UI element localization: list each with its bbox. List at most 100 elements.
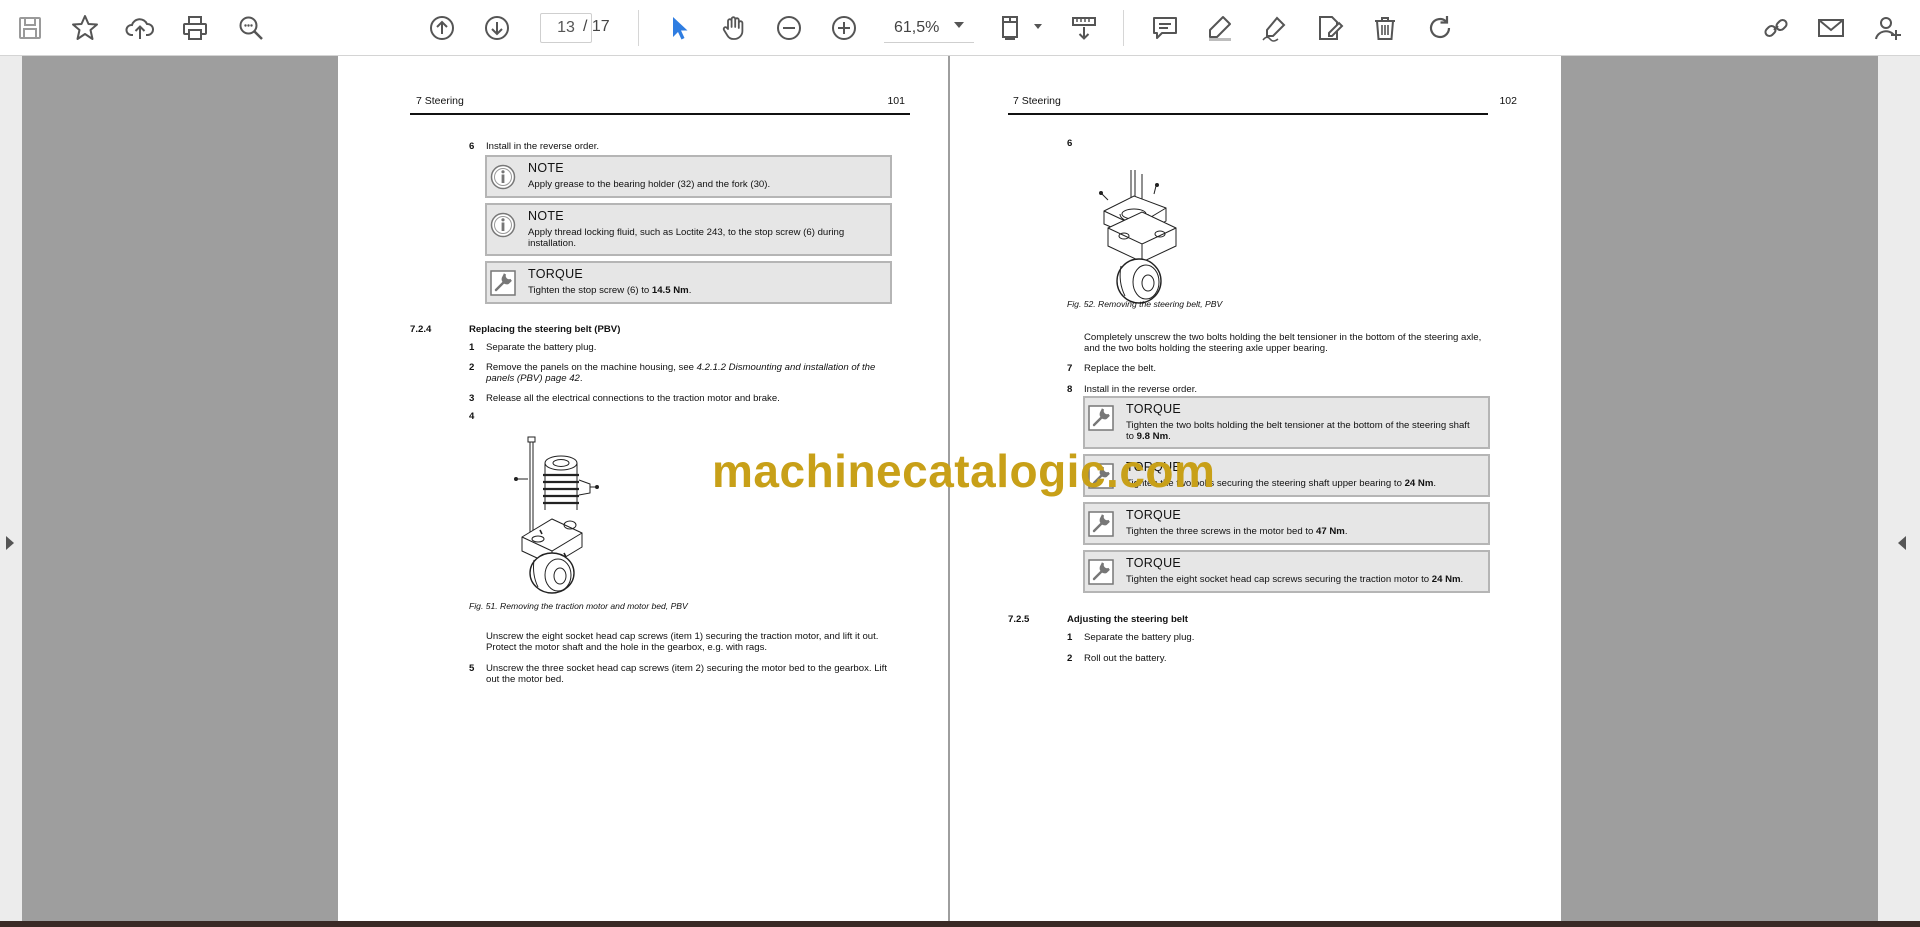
step-number: 3 bbox=[469, 393, 475, 404]
step-text: Remove the panels on the machine housing… bbox=[486, 362, 876, 384]
chevron-down-icon[interactable] bbox=[954, 22, 964, 28]
step-text: Separate the battery plug. bbox=[486, 342, 597, 353]
info-icon bbox=[490, 212, 516, 238]
info-icon bbox=[490, 164, 516, 190]
step-text: Unscrew the three socket head cap screws… bbox=[486, 663, 888, 685]
bookmark-star-icon[interactable] bbox=[65, 8, 105, 48]
section-title: Adjusting the steering belt bbox=[1067, 614, 1188, 625]
torque-box: TORQUE Tighten the stop screw (6) to 14.… bbox=[485, 261, 892, 304]
page-header-number: 102 bbox=[1499, 95, 1517, 107]
watermark-text: machinecatalogic.com bbox=[712, 445, 1216, 497]
share-link-icon[interactable] bbox=[1756, 8, 1796, 48]
torque-text: Tighten the eight socket head cap screws… bbox=[1126, 574, 1464, 585]
step-text: Release all the electrical connections t… bbox=[486, 393, 780, 404]
note-box: NOTE Apply grease to the bearing holder … bbox=[485, 155, 892, 198]
edit-document-icon[interactable] bbox=[1310, 8, 1350, 48]
step-number: 2 bbox=[469, 362, 475, 373]
step-text: Install in the reverse order. bbox=[486, 141, 600, 152]
expand-right-icon[interactable] bbox=[6, 536, 14, 550]
hand-tool-icon[interactable] bbox=[714, 8, 754, 48]
step-number: 6 bbox=[469, 141, 475, 152]
torque-value: 47 Nm bbox=[1316, 526, 1345, 537]
torque-text: Tighten the stop screw (6) to 14.5 Nm. bbox=[528, 285, 692, 296]
torque-title: TORQUE bbox=[1126, 402, 1182, 416]
zoom-level-select[interactable]: 61,5% bbox=[884, 13, 974, 43]
note-box: NOTE Apply thread locking fluid, such as… bbox=[485, 203, 892, 256]
torque-value: 24 Nm bbox=[1431, 574, 1461, 585]
steering-belt-figure bbox=[1099, 170, 1177, 304]
chevron-down-icon[interactable] bbox=[1034, 24, 1042, 29]
step-number: 2 bbox=[1067, 653, 1073, 664]
email-icon[interactable] bbox=[1811, 8, 1851, 48]
save-icon[interactable] bbox=[10, 8, 50, 48]
toolbar-divider bbox=[1123, 10, 1124, 46]
previous-page-icon[interactable] bbox=[422, 8, 462, 48]
step-number: 7 bbox=[1067, 363, 1073, 374]
next-page-icon[interactable] bbox=[477, 8, 517, 48]
toolbar-divider bbox=[638, 10, 639, 46]
page-fit-icon[interactable] bbox=[992, 8, 1032, 48]
page-total-label: / 17 bbox=[583, 18, 610, 35]
step-number: 6 bbox=[1067, 138, 1073, 149]
wrench-icon bbox=[1088, 405, 1114, 431]
zoom-out-icon[interactable] bbox=[769, 8, 809, 48]
bottom-edge bbox=[0, 921, 1920, 927]
highlight-pen-icon[interactable] bbox=[1200, 8, 1240, 48]
torque-box: TORQUE Tighten the eight socket head cap… bbox=[1083, 550, 1490, 593]
figure-caption: Fig. 51. Removing the traction motor and… bbox=[469, 601, 688, 611]
torque-value: 24 Nm bbox=[1404, 478, 1434, 489]
section-number: 7.2.4 bbox=[410, 324, 432, 335]
find-zoom-icon[interactable] bbox=[231, 8, 271, 48]
torque-title: TORQUE bbox=[1126, 556, 1182, 570]
left-panel-toggle[interactable] bbox=[0, 56, 22, 921]
step-number: 4 bbox=[469, 411, 475, 422]
torque-value: 14.5 Nm bbox=[651, 285, 689, 296]
select-cursor-icon[interactable] bbox=[659, 8, 699, 48]
note-title: NOTE bbox=[528, 209, 564, 223]
step-number: 5 bbox=[469, 663, 475, 674]
upload-cloud-icon[interactable] bbox=[120, 8, 160, 48]
step-text: Replace the belt. bbox=[1084, 363, 1156, 374]
header-rule bbox=[1008, 113, 1488, 115]
figure-caption: Fig. 52. Removing the steering belt, PBV bbox=[1067, 299, 1223, 309]
step-text: Unscrew the eight socket head cap screws… bbox=[486, 631, 879, 653]
wrench-icon bbox=[1088, 559, 1114, 585]
step-number: 1 bbox=[469, 342, 475, 353]
wrench-icon bbox=[1088, 511, 1114, 537]
note-text: Apply thread locking fluid, such as Loct… bbox=[528, 227, 845, 249]
page-header-title: 7 Steering bbox=[1013, 95, 1061, 107]
step-text: Roll out the battery. bbox=[1084, 653, 1167, 664]
header-rule bbox=[410, 113, 910, 115]
step-number: 8 bbox=[1067, 384, 1073, 395]
add-user-icon[interactable] bbox=[1868, 8, 1908, 48]
step-text: Completely unscrew the two bolts holding… bbox=[1084, 332, 1482, 354]
right-panel-toggle[interactable] bbox=[1878, 56, 1920, 921]
wrench-icon bbox=[490, 270, 516, 296]
rotate-icon[interactable] bbox=[1420, 8, 1460, 48]
scroll-mode-icon[interactable] bbox=[1064, 8, 1104, 48]
step-text: Install in the reverse order. bbox=[1084, 384, 1198, 395]
torque-box: TORQUE Tighten the two bolts holding the… bbox=[1083, 396, 1490, 449]
traction-motor-figure bbox=[514, 436, 599, 594]
step-number: 1 bbox=[1067, 632, 1073, 643]
comment-icon[interactable] bbox=[1145, 8, 1185, 48]
torque-title: TORQUE bbox=[1126, 508, 1182, 522]
torque-text: Tighten the three screws in the motor be… bbox=[1126, 526, 1348, 537]
draw-signature-icon[interactable] bbox=[1255, 8, 1295, 48]
print-icon[interactable] bbox=[175, 8, 215, 48]
step-text: Separate the battery plug. bbox=[1084, 632, 1195, 643]
torque-text: Tighten the two bolts holding the belt t… bbox=[1126, 420, 1470, 442]
main-toolbar: 13 / 17 61,5% bbox=[0, 0, 1920, 56]
zoom-in-icon[interactable] bbox=[824, 8, 864, 48]
torque-value: 9.8 Nm bbox=[1136, 431, 1169, 442]
expand-left-icon[interactable] bbox=[1898, 536, 1906, 550]
section-title: Replacing the steering belt (PBV) bbox=[469, 324, 621, 335]
torque-title: TORQUE bbox=[528, 267, 584, 281]
torque-box: TORQUE Tighten the three screws in the m… bbox=[1083, 502, 1490, 545]
section-number: 7.2.5 bbox=[1008, 614, 1030, 625]
note-text: Apply grease to the bearing holder (32) … bbox=[528, 179, 771, 190]
note-title: NOTE bbox=[528, 161, 564, 175]
delete-trash-icon[interactable] bbox=[1365, 8, 1405, 48]
page-header-number: 101 bbox=[887, 95, 905, 107]
page-header-title: 7 Steering bbox=[416, 95, 464, 107]
